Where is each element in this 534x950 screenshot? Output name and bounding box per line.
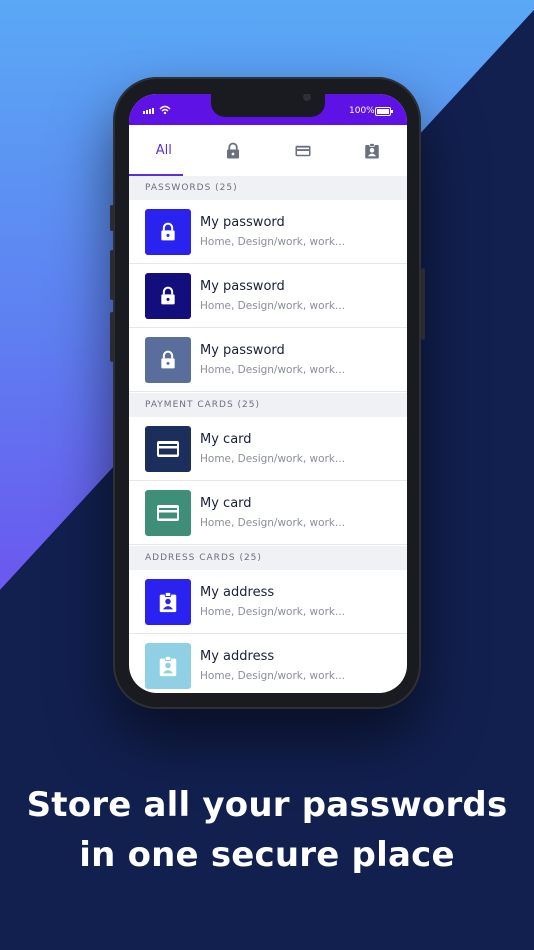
tab-all-label: All <box>155 143 172 158</box>
marketing-headline: Store all your passwords in one secure p… <box>0 780 534 880</box>
list-item[interactable]: My password Home, Design/work, work... <box>129 200 407 264</box>
item-subtitle: Home, Design/work, work... <box>200 364 345 376</box>
lock-icon <box>161 286 175 305</box>
list-item[interactable]: My card Home, Design/work, work... <box>129 481 407 545</box>
list-item[interactable]: My address Home, Design/work, work... <box>129 570 407 634</box>
camera-icon <box>303 94 311 101</box>
phone-side-button <box>110 205 114 231</box>
lock-icon <box>161 350 175 369</box>
headline-line-1: Store all your passwords <box>26 785 508 825</box>
credit-card-icon <box>157 505 179 521</box>
lock-icon <box>227 142 240 158</box>
address-card-icon <box>159 591 177 613</box>
app-screen: 100% All PASSWORDS (25) My password Home… <box>129 94 407 693</box>
credit-card-icon <box>295 145 311 156</box>
item-title: My card <box>200 496 252 511</box>
filter-tabs: All <box>129 125 407 176</box>
row-icon-tile <box>145 426 191 472</box>
credit-card-icon <box>157 441 179 457</box>
list-item[interactable]: My password Home, Design/work, work... <box>129 328 407 392</box>
phone-power-button <box>421 268 425 340</box>
phone-side-button <box>110 312 114 362</box>
item-title: My address <box>200 649 275 664</box>
row-icon-tile <box>145 643 191 689</box>
battery-icon <box>375 107 393 116</box>
item-title: My password <box>200 279 285 294</box>
lock-icon <box>161 222 175 241</box>
tab-all[interactable]: All <box>129 125 199 176</box>
phone-notch <box>211 94 325 117</box>
item-subtitle: Home, Design/work, work... <box>200 236 345 248</box>
row-icon-tile <box>145 273 191 319</box>
headline-line-2: in one secure place <box>79 835 455 875</box>
list-item[interactable]: My password Home, Design/work, work... <box>129 264 407 328</box>
item-subtitle: Home, Design/work, work... <box>200 300 345 312</box>
item-subtitle: Home, Design/work, work... <box>200 453 345 465</box>
row-icon-tile <box>145 490 191 536</box>
item-subtitle: Home, Design/work, work... <box>200 670 345 682</box>
signal-icon <box>143 108 154 114</box>
item-subtitle: Home, Design/work, work... <box>200 517 345 529</box>
item-title: My password <box>200 215 285 230</box>
tab-passwords[interactable] <box>199 125 269 176</box>
row-icon-tile <box>145 579 191 625</box>
row-icon-tile <box>145 337 191 383</box>
section-header-address-cards: ADDRESS CARDS (25) <box>129 546 407 570</box>
list-item[interactable]: My address Home, Design/work, work... <box>129 634 407 693</box>
status-bar: 100% <box>129 94 407 125</box>
address-card-icon <box>159 655 177 677</box>
tab-address-cards[interactable] <box>338 125 408 176</box>
phone-side-button <box>110 250 114 300</box>
tab-payment-cards[interactable] <box>268 125 338 176</box>
battery-percentage: 100% <box>349 106 375 116</box>
item-title: My address <box>200 585 275 600</box>
section-header-passwords: PASSWORDS (25) <box>129 176 407 200</box>
item-title: My card <box>200 432 252 447</box>
list-item[interactable]: My card Home, Design/work, work... <box>129 417 407 481</box>
item-title: My password <box>200 343 285 358</box>
section-header-payment-cards: PAYMENT CARDS (25) <box>129 393 407 417</box>
address-card-icon <box>365 142 379 158</box>
wifi-icon <box>159 105 171 115</box>
row-icon-tile <box>145 209 191 255</box>
item-subtitle: Home, Design/work, work... <box>200 606 345 618</box>
